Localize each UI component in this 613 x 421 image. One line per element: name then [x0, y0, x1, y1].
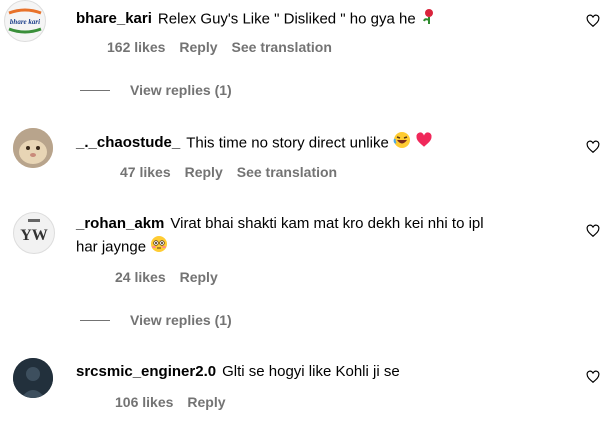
username[interactable]: bhare_kari [76, 10, 152, 27]
view-replies-button[interactable]: View replies (1) [80, 82, 232, 98]
comment-text: srcsmic_enginer2.0 Glti se hogyi like Koh… [76, 361, 400, 383]
comment-meta: 47 likes Reply See translation [120, 164, 337, 180]
likes-count[interactable]: 47 likes [120, 164, 171, 180]
username[interactable]: srcsmic_enginer2.0 [76, 363, 216, 380]
reply-button[interactable]: Reply [185, 164, 223, 180]
comment-text: bhare_kari Relex Guy's Like " Disliked " … [76, 7, 438, 32]
comment-body: Virat bhai shakti kam mat kro dekh kei n… [170, 215, 484, 232]
like-heart-icon[interactable] [586, 14, 600, 28]
like-heart-icon[interactable] [586, 224, 600, 238]
comment-meta: 24 likes Reply [115, 269, 218, 285]
likes-count[interactable]: 24 likes [115, 269, 166, 285]
username[interactable]: _rohan_akm [76, 215, 164, 232]
comment-body: This time no story direct unlike [186, 134, 389, 152]
reply-button[interactable]: Reply [180, 269, 218, 285]
likes-count[interactable]: 162 likes [107, 39, 165, 55]
reply-button[interactable]: Reply [187, 394, 225, 410]
comment-body-continued: har jaynge [76, 238, 147, 256]
comment-text: _rohan_akm Virat bhai shakti kam mat kro … [76, 213, 576, 260]
like-heart-icon[interactable] [586, 370, 600, 384]
avatar[interactable] [13, 128, 53, 168]
avatar[interactable] [13, 358, 53, 398]
see-translation-button[interactable]: See translation [232, 39, 332, 55]
like-heart-icon[interactable] [586, 140, 600, 154]
likes-count[interactable]: 106 likes [115, 394, 173, 410]
avatar-text: YW [20, 227, 48, 244]
avatar-text: bhare kari [10, 18, 40, 26]
username[interactable]: _._chaostude_ [76, 134, 180, 151]
avatar[interactable]: bhare kari [4, 0, 46, 42]
view-replies-label[interactable]: View replies (1) [130, 82, 232, 98]
divider [80, 319, 110, 321]
heart-emoji [415, 131, 433, 156]
view-replies-button[interactable]: View replies (1) [80, 312, 232, 328]
comment-meta: 162 likes Reply See translation [107, 39, 332, 55]
comment-text: _._chaostude_ This time no story direct u… [76, 131, 433, 156]
laughing-emoji [393, 131, 411, 156]
rose-emoji [420, 7, 438, 32]
see-translation-button[interactable]: See translation [237, 164, 337, 180]
reply-button[interactable]: Reply [179, 39, 217, 55]
comment-body: Relex Guy's Like " Disliked " ho gya he [157, 10, 416, 28]
comment-body: Glti se hogyi like Kohli ji se [222, 363, 400, 380]
divider [80, 89, 110, 91]
view-replies-label[interactable]: View replies (1) [130, 312, 232, 328]
flushed-emoji [150, 235, 168, 260]
avatar[interactable]: YW [13, 212, 55, 254]
comment-meta: 106 likes Reply [115, 394, 226, 410]
